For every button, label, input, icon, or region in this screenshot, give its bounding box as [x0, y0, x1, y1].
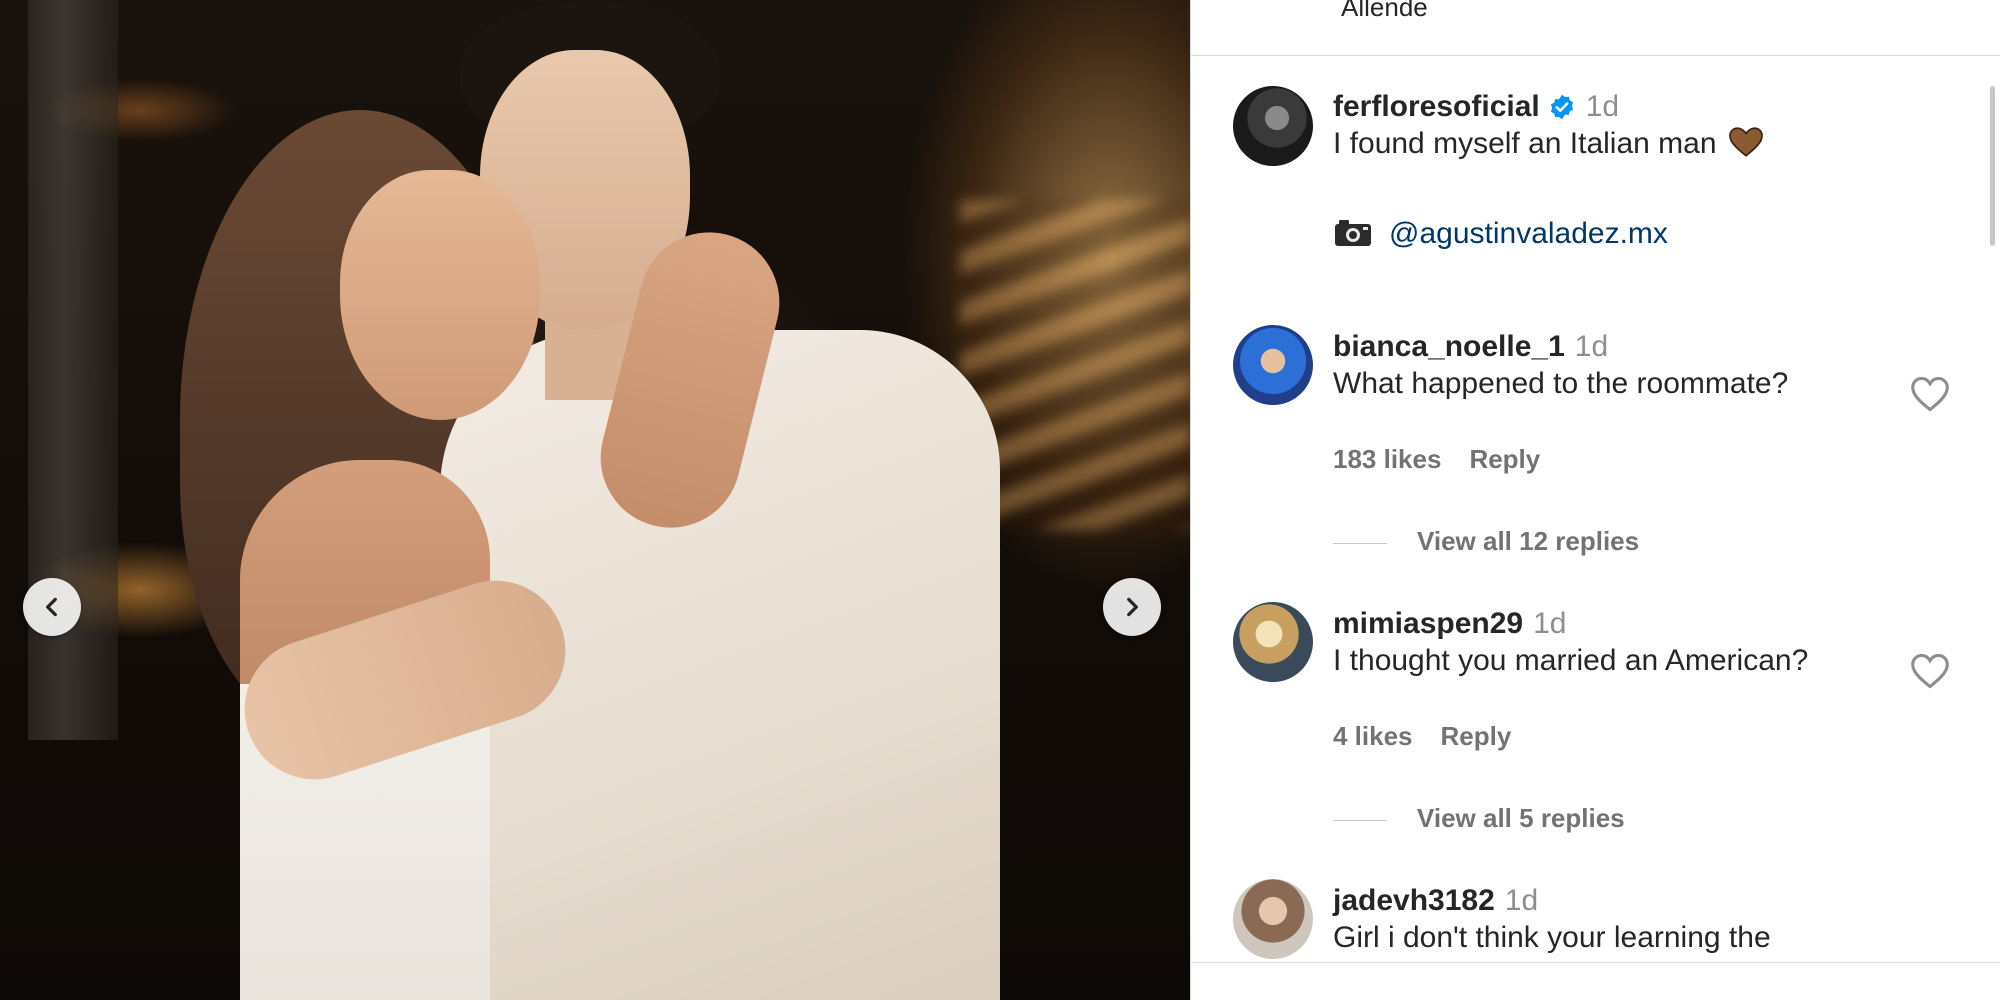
- verified-badge-icon: [1550, 94, 1573, 120]
- woman-face: [340, 170, 540, 420]
- comment-item: mimiaspen29 1d I thought you married an A…: [1333, 607, 1973, 679]
- comment-item: bianca_noelle_1 1d What happened to the r…: [1333, 330, 1973, 402]
- post-caption: ferfloresoficial 1d I found myself an Ita…: [1333, 90, 1973, 252]
- divider: [1191, 55, 2000, 56]
- comment-time[interactable]: 1d: [1533, 607, 1566, 640]
- comment-time[interactable]: 1d: [1505, 884, 1538, 917]
- reply-button[interactable]: Reply: [1469, 444, 1540, 474]
- camera-icon: [1335, 220, 1371, 246]
- carousel-prev-button[interactable]: [23, 578, 81, 636]
- avatar[interactable]: [1233, 879, 1313, 959]
- heart-outline-icon[interactable]: [1909, 375, 1951, 413]
- photographer-mention-link[interactable]: @agustinvaladez.mx: [1389, 217, 1668, 250]
- caption-text: I found myself an Italian man: [1333, 127, 1717, 160]
- comment-actions: 183 likes Reply: [1333, 444, 1540, 475]
- avatar[interactable]: [1233, 86, 1313, 166]
- comment-username[interactable]: mimiaspen29: [1333, 607, 1523, 640]
- avatar[interactable]: [1233, 602, 1313, 682]
- caption-username[interactable]: ferfloresoficial: [1333, 90, 1540, 123]
- divider: [1191, 962, 2000, 963]
- chevron-left-icon: [46, 597, 57, 617]
- view-replies-button[interactable]: View all 5 replies: [1333, 803, 1625, 834]
- comment-likes-count[interactable]: 183 likes: [1333, 444, 1441, 474]
- view-replies-button[interactable]: View all 12 replies: [1333, 526, 1639, 557]
- caption-time[interactable]: 1d: [1586, 90, 1619, 123]
- carousel-next-button[interactable]: [1103, 578, 1161, 636]
- post-location[interactable]: Allende: [1341, 0, 1428, 23]
- comment-actions: 4 likes Reply: [1333, 721, 1511, 752]
- comment-username[interactable]: jadevh3182: [1333, 884, 1495, 917]
- reply-button[interactable]: Reply: [1441, 721, 1512, 751]
- scrollbar[interactable]: [1990, 86, 1995, 246]
- post-photo: [0, 0, 1190, 1000]
- chevron-right-icon: [1127, 597, 1138, 617]
- avatar[interactable]: [1233, 325, 1313, 405]
- heart-outline-icon[interactable]: [1909, 652, 1951, 690]
- comment-text: What happened to the roommate?: [1333, 367, 1789, 400]
- comments-panel: Allende ferfloresoficial 1d I found mysel…: [1190, 0, 2000, 1000]
- brown-heart-icon: [1728, 127, 1763, 157]
- comment-time[interactable]: 1d: [1575, 330, 1608, 363]
- view-replies-label: View all 5 replies: [1417, 803, 1625, 833]
- comment-text: Girl i don't think your learning the: [1333, 921, 1771, 954]
- comment-text: I thought you married an American?: [1333, 644, 1809, 677]
- view-replies-label: View all 12 replies: [1417, 526, 1640, 556]
- comment-item: jadevh3182 1d Girl i don't think your lea…: [1333, 884, 1973, 956]
- comment-username[interactable]: bianca_noelle_1: [1333, 330, 1565, 363]
- comment-likes-count[interactable]: 4 likes: [1333, 721, 1413, 751]
